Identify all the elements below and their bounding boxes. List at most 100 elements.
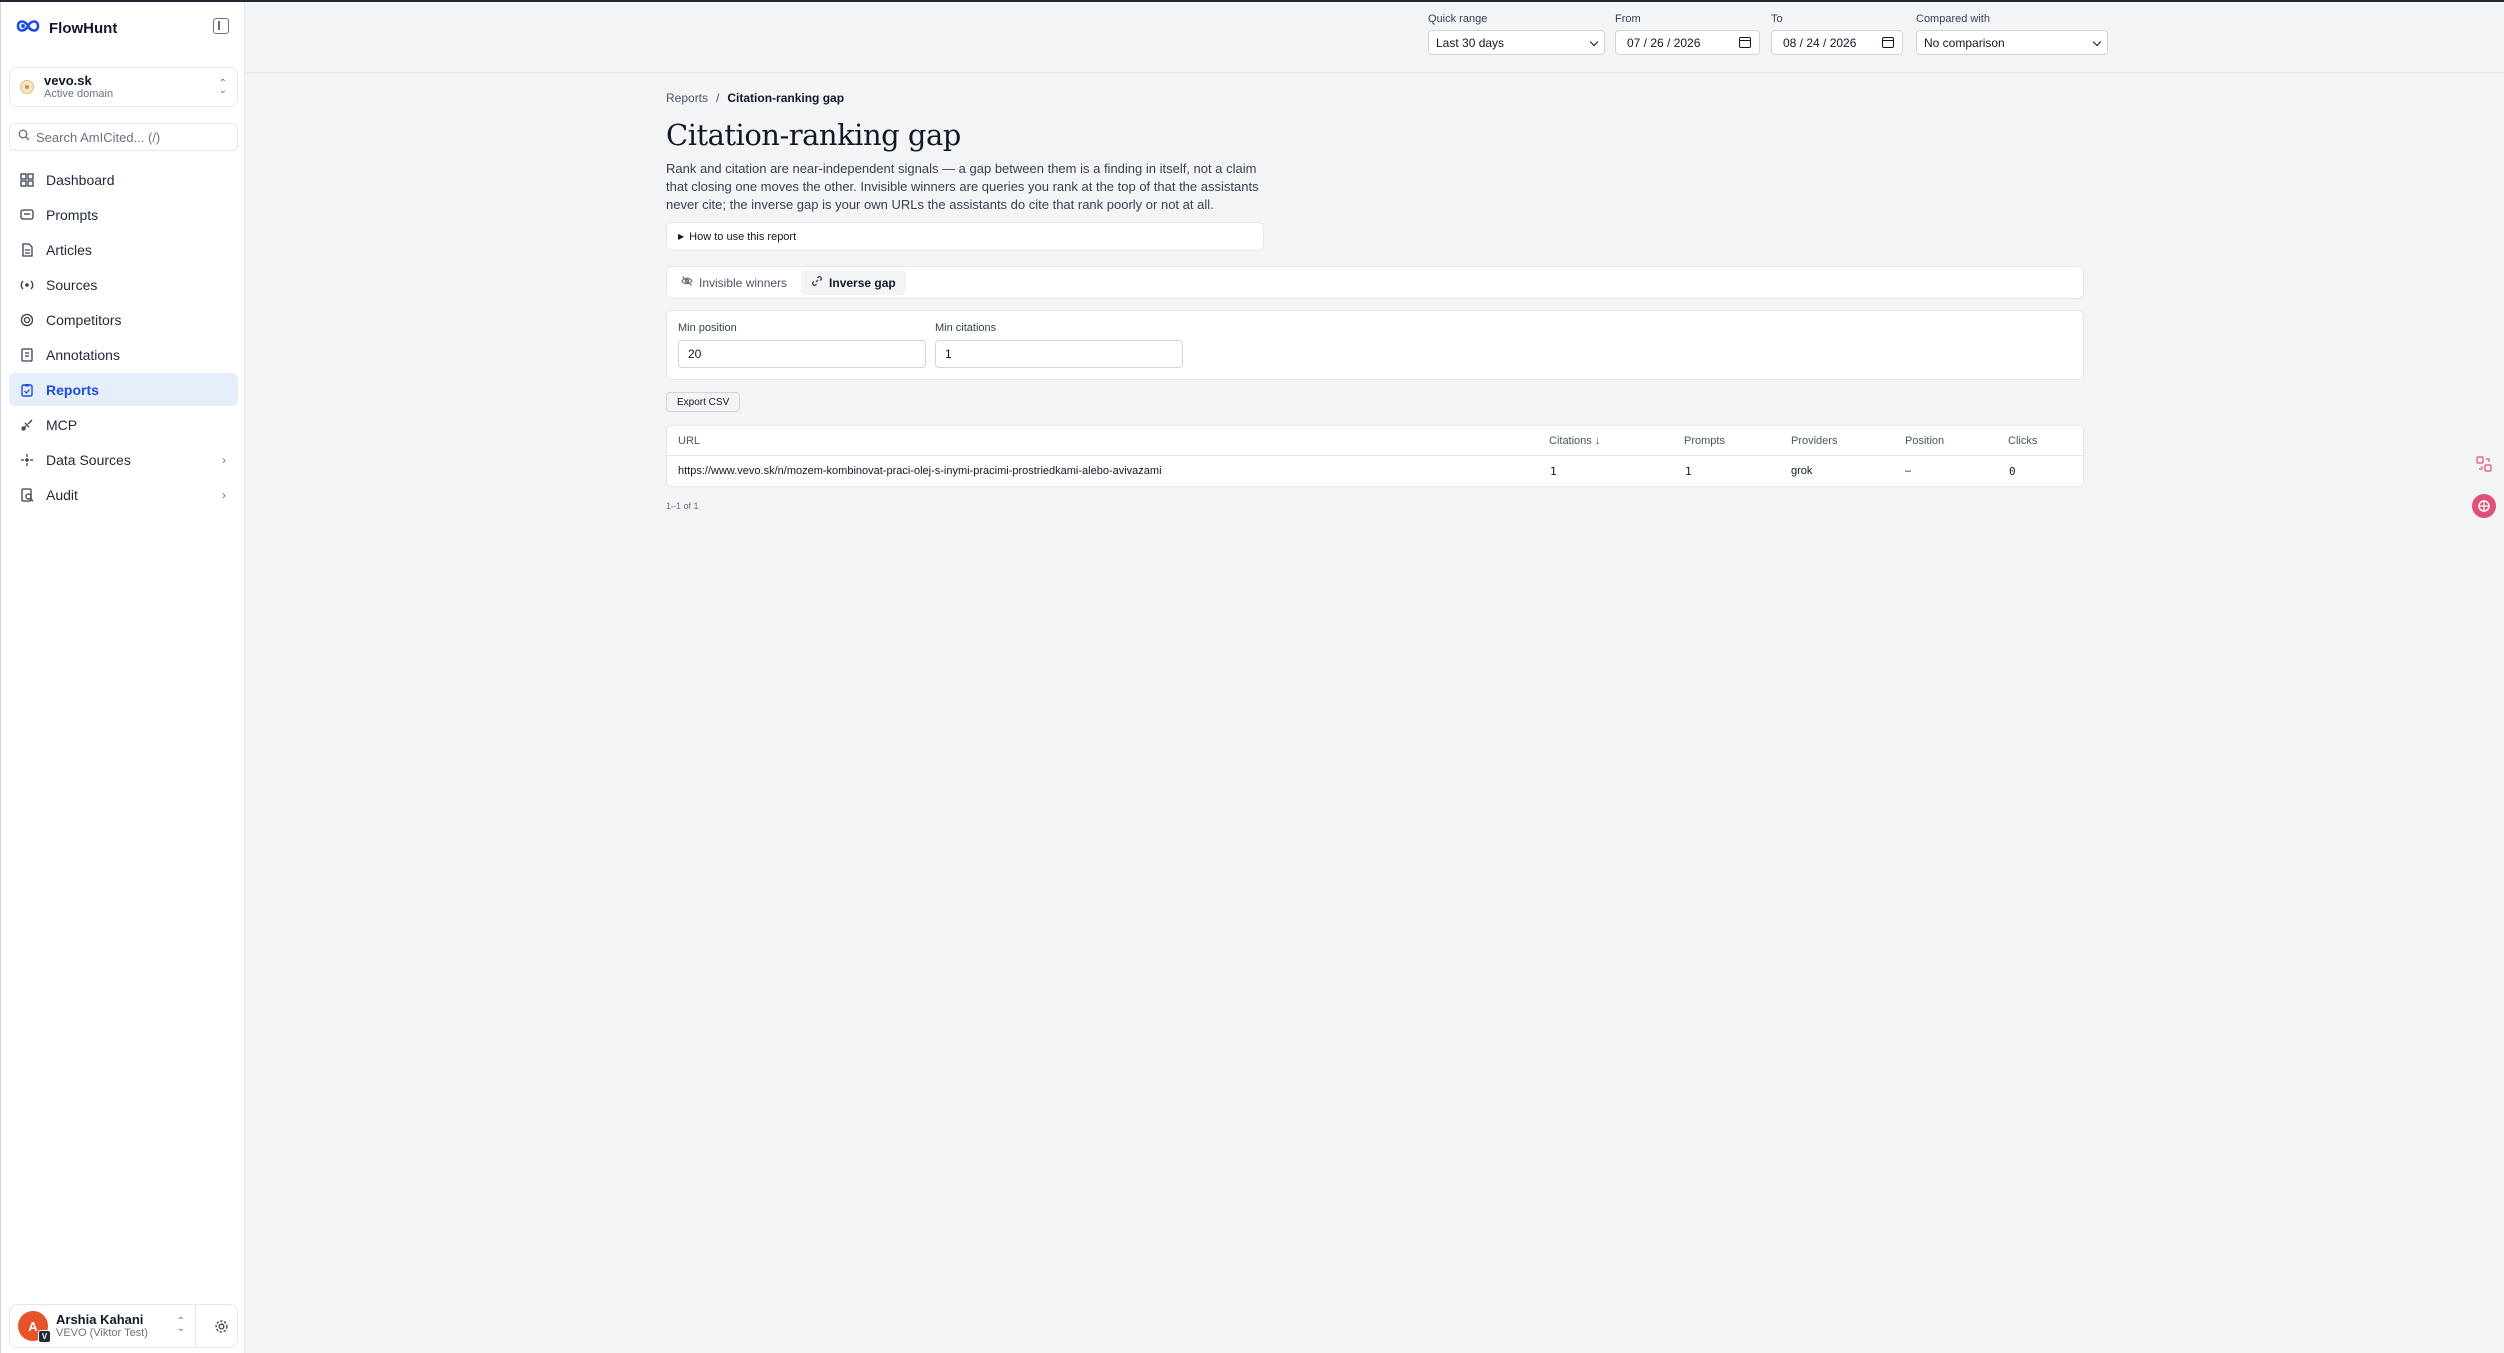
- sidebar-item-sources[interactable]: Sources: [9, 268, 238, 301]
- sidebar-item-mcp[interactable]: MCP: [9, 408, 238, 441]
- sidebar-nav: Dashboard Prompts Articles Sources Compe…: [9, 163, 238, 513]
- user-switcher[interactable]: A V Arshia Kahani VEVO (Viktor Test) ⌃ ⌄: [10, 1305, 196, 1347]
- quick-range-label: Quick range: [1428, 13, 1488, 25]
- reports-icon: [20, 383, 34, 397]
- user-menu: A V Arshia Kahani VEVO (Viktor Test) ⌃ ⌄: [9, 1304, 238, 1348]
- breadcrumb: Reports / Citation-ranking gap: [666, 90, 2084, 106]
- dashboard-icon: [20, 172, 34, 187]
- sidebar-item-prompts[interactable]: Prompts: [9, 198, 238, 231]
- to-date-input[interactable]: 08 / 24 / 2026: [1771, 30, 1903, 55]
- gap-table: URL Citations ↓ Prompts Providers Positi…: [666, 425, 2084, 487]
- breadcrumb-reports-link[interactable]: Reports: [666, 91, 708, 105]
- org-badge: V: [38, 1330, 51, 1343]
- search-input[interactable]: [36, 129, 226, 145]
- translate-widget-icon[interactable]: [2475, 455, 2493, 473]
- flowhunt-logo-icon: [15, 16, 41, 41]
- compared-with-filter: Compared with No comparison: [1916, 13, 2108, 55]
- chevron-right-icon: ›: [222, 488, 226, 502]
- mcp-icon: [20, 418, 34, 432]
- tab-invisible-winners[interactable]: Invisible winners: [671, 270, 797, 295]
- prompts-cell: 1: [1685, 465, 1692, 478]
- clicks-cell: 0: [2009, 465, 2016, 478]
- to-label: To: [1771, 13, 1783, 25]
- eye-off-icon: [681, 275, 693, 290]
- column-header-citations[interactable]: Citations ↓: [1549, 435, 1600, 447]
- sidebar-item-label: Sources: [46, 276, 98, 293]
- pagination-summary: 1–1 of 1: [666, 501, 699, 511]
- min-position-input[interactable]: [678, 340, 926, 368]
- min-citations-filter: Min citations: [935, 322, 1183, 368]
- quick-range-filter: Quick range Last 30 days: [1428, 13, 1605, 55]
- position-cell: –: [1905, 465, 1912, 477]
- chevron-down-icon: [2092, 37, 2102, 47]
- sidebar-item-label: Competitors: [46, 311, 122, 328]
- sidebar-item-reports[interactable]: Reports: [9, 373, 238, 406]
- annotations-icon: [20, 347, 34, 362]
- search-icon: [18, 128, 30, 146]
- sidebar-item-label: Audit: [46, 486, 78, 503]
- domain-favicon-icon: [20, 80, 34, 94]
- sidebar-item-dashboard[interactable]: Dashboard: [9, 163, 238, 196]
- page-description: Rank and citation are near-independent s…: [666, 161, 1259, 212]
- from-label: From: [1615, 13, 1641, 25]
- how-to-use-disclosure[interactable]: ▶ How to use this report: [666, 222, 1264, 251]
- sources-icon: [20, 278, 34, 292]
- column-header-url[interactable]: URL: [678, 435, 700, 447]
- avatar: A V: [18, 1311, 51, 1343]
- column-header-providers[interactable]: Providers: [1791, 435, 1837, 447]
- min-citations-input[interactable]: [935, 340, 1183, 368]
- settings-gear-icon[interactable]: [211, 1316, 231, 1336]
- column-header-clicks[interactable]: Clicks: [2008, 435, 2037, 447]
- sidebar-item-articles[interactable]: Articles: [9, 233, 238, 266]
- user-name: Arshia Kahani: [56, 1312, 144, 1327]
- search-box[interactable]: [9, 123, 238, 151]
- citations-cell: 1: [1550, 465, 1557, 478]
- report-filters: Min position Min citations: [666, 310, 2084, 380]
- table-header-row: URL Citations ↓ Prompts Providers Positi…: [667, 426, 2083, 456]
- collapse-sidebar-icon[interactable]: [213, 18, 229, 34]
- domain-status: Active domain: [44, 88, 114, 100]
- sidebar-item-competitors[interactable]: Competitors: [9, 303, 238, 336]
- to-date-filter: To 08 / 24 / 2026: [1771, 13, 1903, 55]
- link-icon: [811, 275, 823, 290]
- sidebar-item-annotations[interactable]: Annotations: [9, 338, 238, 371]
- assistant-widget-icon[interactable]: [2472, 494, 2496, 518]
- sidebar-item-label: Dashboard: [46, 171, 115, 188]
- sidebar-item-label: MCP: [46, 416, 78, 433]
- sidebar: FlowHunt vevo.sk Active domain ⌃⌄ Dashbo…: [0, 2, 245, 1353]
- sidebar-item-audit[interactable]: Audit ›: [9, 478, 238, 511]
- audit-icon: [20, 487, 34, 502]
- calendar-icon[interactable]: [1739, 37, 1751, 48]
- url-link[interactable]: https://www.vevo.sk/n/mozem-kombinovat-p…: [678, 465, 1162, 477]
- column-header-prompts[interactable]: Prompts: [1684, 435, 1725, 447]
- sidebar-item-data-sources[interactable]: Data Sources ›: [9, 443, 238, 476]
- export-csv-button[interactable]: Export CSV: [666, 392, 741, 412]
- breadcrumb-current: Citation-ranking gap: [727, 91, 845, 105]
- data-sources-icon: [20, 453, 34, 467]
- brand[interactable]: FlowHunt: [15, 16, 117, 40]
- chevron-updown-icon: ⌃ ⌄: [218, 78, 227, 96]
- page-title: Citation-ranking gap: [666, 118, 961, 152]
- disclosure-triangle-icon: ▶: [678, 232, 685, 241]
- articles-icon: [20, 242, 34, 257]
- sidebar-item-label: Data Sources: [46, 451, 131, 468]
- chevron-down-icon: [1589, 37, 1599, 47]
- main-content: Reports / Citation-ranking gap Citation-…: [666, 90, 2084, 511]
- domain-switcher[interactable]: vevo.sk Active domain ⌃ ⌄: [9, 67, 238, 107]
- sidebar-item-label: Reports: [46, 381, 99, 398]
- providers-cell: grok: [1791, 465, 1813, 477]
- compared-with-select[interactable]: No comparison: [1916, 30, 2108, 55]
- prompts-icon: [20, 208, 34, 222]
- column-header-position[interactable]: Position: [1905, 435, 1944, 447]
- from-date-input[interactable]: 07 / 26 / 2026: [1615, 30, 1760, 55]
- calendar-icon[interactable]: [1882, 37, 1894, 48]
- from-date-filter: From 07 / 26 / 2026: [1615, 13, 1760, 55]
- brand-name: FlowHunt: [49, 19, 118, 37]
- quick-range-select[interactable]: Last 30 days: [1428, 30, 1605, 55]
- min-position-filter: Min position: [678, 322, 926, 368]
- sidebar-item-label: Annotations: [46, 346, 120, 363]
- compared-with-label: Compared with: [1916, 13, 1990, 25]
- min-position-label: Min position: [678, 322, 737, 334]
- sidebar-item-label: Prompts: [46, 206, 99, 223]
- tab-inverse-gap[interactable]: Inverse gap: [801, 270, 906, 295]
